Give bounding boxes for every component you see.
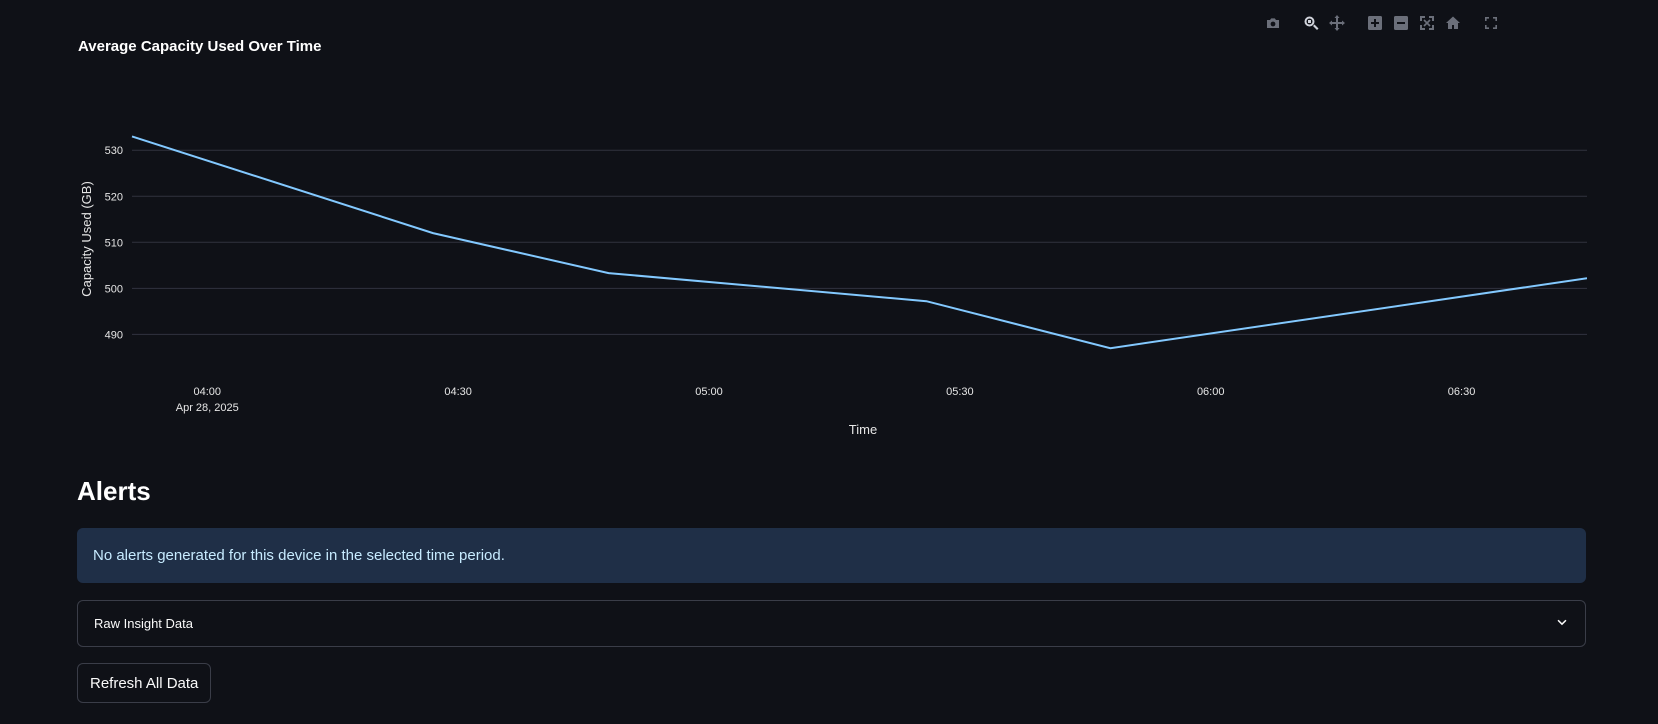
y-tick-label: 490 — [105, 329, 123, 341]
chart-title: Average Capacity Used Over Time — [78, 38, 321, 55]
x-tick-date-label: Apr 28, 2025 — [176, 402, 239, 414]
zoom-icon[interactable] — [1301, 14, 1321, 32]
x-tick-label: 04:30 — [444, 386, 472, 398]
x-tick-label: 06:30 — [1448, 386, 1476, 398]
home-icon[interactable] — [1443, 14, 1463, 32]
y-tick-label: 530 — [105, 145, 123, 157]
y-axis-ticks: 490 500 510 520 530 — [105, 145, 123, 341]
refresh-all-data-button[interactable]: Refresh All Data — [77, 663, 212, 703]
x-tick-label: 06:00 — [1197, 386, 1225, 398]
x-axis-title: Time — [849, 422, 877, 437]
chart-svg[interactable]: Average Capacity Used Over Time 490 500 51… — [73, 0, 1587, 450]
autoscale-icon[interactable] — [1417, 14, 1437, 32]
fullscreen-icon[interactable] — [1481, 14, 1501, 32]
x-axis-ticks: 04:00 Apr 28, 2025 04:30 05:00 05:30 06:00 06:… — [176, 386, 1476, 414]
x-tick-label: 05:00 — [695, 386, 723, 398]
x-tick-label: 05:30 — [946, 386, 974, 398]
chevron-down-icon — [1555, 614, 1569, 633]
app-root: Average Capacity Used Over Time 490 500 51… — [0, 0, 1658, 724]
y-tick-label: 510 — [105, 237, 123, 249]
zoom-in-icon[interactable] — [1365, 14, 1385, 32]
y-tick-label: 500 — [105, 283, 123, 295]
raw-insight-data-expander[interactable]: Raw Insight Data — [77, 600, 1586, 647]
x-tick-label: 04:00 — [193, 386, 221, 398]
y-tick-label: 520 — [105, 191, 123, 203]
pan-icon[interactable] — [1327, 14, 1347, 32]
chart-modebar — [1263, 14, 1501, 32]
expander-label: Raw Insight Data — [94, 616, 193, 631]
capacity-chart[interactable]: Average Capacity Used Over Time 490 500 51… — [73, 0, 1587, 450]
info-alert-box: No alerts generated for this device in t… — [77, 528, 1586, 583]
alerts-heading: Alerts — [77, 476, 151, 506]
grid-lines — [132, 149, 1587, 335]
info-alert-message: No alerts generated for this device in t… — [93, 547, 505, 564]
y-axis-title: Capacity Used (GB) — [79, 181, 94, 297]
zoom-out-icon[interactable] — [1391, 14, 1411, 32]
camera-icon[interactable] — [1263, 14, 1283, 32]
